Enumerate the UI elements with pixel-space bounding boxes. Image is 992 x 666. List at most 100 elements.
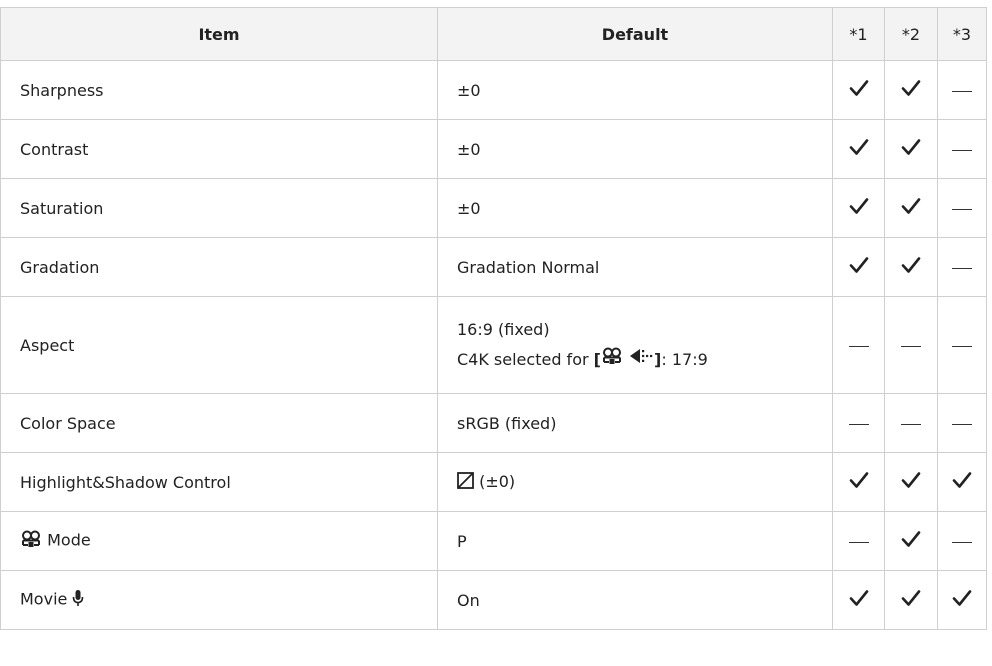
row-flag-3 [937, 296, 987, 394]
check-icon [901, 256, 921, 278]
dash-icon [901, 423, 921, 425]
header-row: Item Default *1 *2 *3 [0, 7, 987, 61]
row-flag-3 [937, 237, 987, 297]
dash-icon [952, 208, 972, 210]
check-icon [849, 589, 869, 611]
settings-table: Item Default *1 *2 *3 Sharpness ±0 Contr… [0, 7, 987, 630]
check-icon [849, 79, 869, 101]
header-footnote-1: *1 [832, 7, 885, 61]
row-flag-2 [884, 511, 938, 571]
row-item: Mode [0, 511, 438, 571]
tone-curve-icon [457, 471, 474, 493]
row-default: Gradation Normal [437, 237, 833, 297]
row-default: ±0 [437, 178, 833, 238]
row-flag-3 [937, 119, 987, 179]
settings-table-container: Item Default *1 *2 *3 Sharpness ±0 Contr… [0, 7, 987, 630]
table-body: Sharpness ±0 Contrast ±0 Saturation ±0 G… [0, 60, 987, 630]
row-flag-1 [832, 296, 885, 394]
default-line-2-prefix: C4K selected for [457, 349, 594, 369]
row-item: Aspect [0, 296, 438, 394]
row-flag-3 [937, 393, 987, 453]
check-icon [901, 471, 921, 493]
movie-camera-icon [601, 345, 623, 375]
row-item-label: Movie [20, 589, 68, 609]
table-row: Movie On [0, 570, 987, 630]
check-icon [849, 197, 869, 219]
check-icon [901, 79, 921, 101]
row-flag-2 [884, 178, 938, 238]
table-row: Aspect 16:9 (fixed) C4K selected for [ ]… [0, 296, 987, 394]
row-flag-2 [884, 570, 938, 630]
dash-icon [952, 90, 972, 92]
dash-icon [952, 345, 972, 347]
row-flag-1 [832, 237, 885, 297]
row-item: Sharpness [0, 60, 438, 120]
header-default: Default [437, 7, 833, 61]
movie-quality-icon [628, 345, 654, 375]
row-item: Movie [0, 570, 438, 630]
row-flag-1 [832, 511, 885, 571]
check-icon [952, 471, 972, 493]
row-item: Gradation [0, 237, 438, 297]
row-item: Highlight&Shadow Control [0, 452, 438, 512]
row-flag-1 [832, 570, 885, 630]
check-icon [901, 197, 921, 219]
row-flag-1 [832, 60, 885, 120]
table-row: Sharpness ±0 [0, 60, 987, 120]
row-item: Saturation [0, 178, 438, 238]
dash-icon [952, 541, 972, 543]
header-item: Item [0, 7, 438, 61]
row-flag-2 [884, 393, 938, 453]
dash-icon [848, 423, 869, 425]
row-flag-3 [937, 452, 987, 512]
row-default: 16:9 (fixed) C4K selected for [ ]: 17:9 [437, 296, 833, 394]
row-flag-1 [832, 119, 885, 179]
row-flag-3 [937, 570, 987, 630]
row-flag-1 [832, 393, 885, 453]
table-row: Mode P [0, 511, 987, 571]
row-item: Contrast [0, 119, 438, 179]
row-flag-1 [832, 452, 885, 512]
default-line-2-suffix: : 17:9 [661, 349, 708, 369]
row-default: On [437, 570, 833, 630]
check-icon [849, 256, 869, 278]
bracket-open: [ [593, 349, 601, 369]
default-line-2: C4K selected for [ ]: 17:9 [457, 345, 832, 376]
dash-icon [848, 345, 869, 347]
movie-camera-icon [20, 530, 42, 552]
dash-icon [952, 423, 972, 425]
microphone-icon [72, 589, 84, 611]
dash-icon [901, 345, 921, 347]
check-icon [901, 530, 921, 552]
header-footnote-2: *2 [884, 7, 938, 61]
check-icon [901, 589, 921, 611]
dash-icon [952, 267, 972, 269]
row-flag-3 [937, 60, 987, 120]
row-flag-3 [937, 178, 987, 238]
table-row: Contrast ±0 [0, 119, 987, 179]
row-flag-2 [884, 296, 938, 394]
row-default: ±0 [437, 119, 833, 179]
row-flag-2 [884, 60, 938, 120]
dash-icon [848, 541, 869, 543]
dash-icon [952, 149, 972, 151]
row-flag-2 [884, 452, 938, 512]
header-footnote-3: *3 [937, 7, 987, 61]
check-icon [849, 471, 869, 493]
table-row: Highlight&Shadow Control (±0) [0, 452, 987, 512]
table-row: Saturation ±0 [0, 178, 987, 238]
row-item: Color Space [0, 393, 438, 453]
row-flag-2 [884, 237, 938, 297]
check-icon [849, 138, 869, 160]
row-flag-3 [937, 511, 987, 571]
row-default: P [437, 511, 833, 571]
row-flag-2 [884, 119, 938, 179]
row-default: ±0 [437, 60, 833, 120]
row-default: (±0) [437, 452, 833, 512]
row-default: sRGB (fixed) [437, 393, 833, 453]
table-row: Color Space sRGB (fixed) [0, 393, 987, 453]
table-header: Item Default *1 *2 *3 [0, 7, 987, 61]
row-flag-1 [832, 178, 885, 238]
default-value: (±0) [479, 471, 516, 491]
check-icon [901, 138, 921, 160]
